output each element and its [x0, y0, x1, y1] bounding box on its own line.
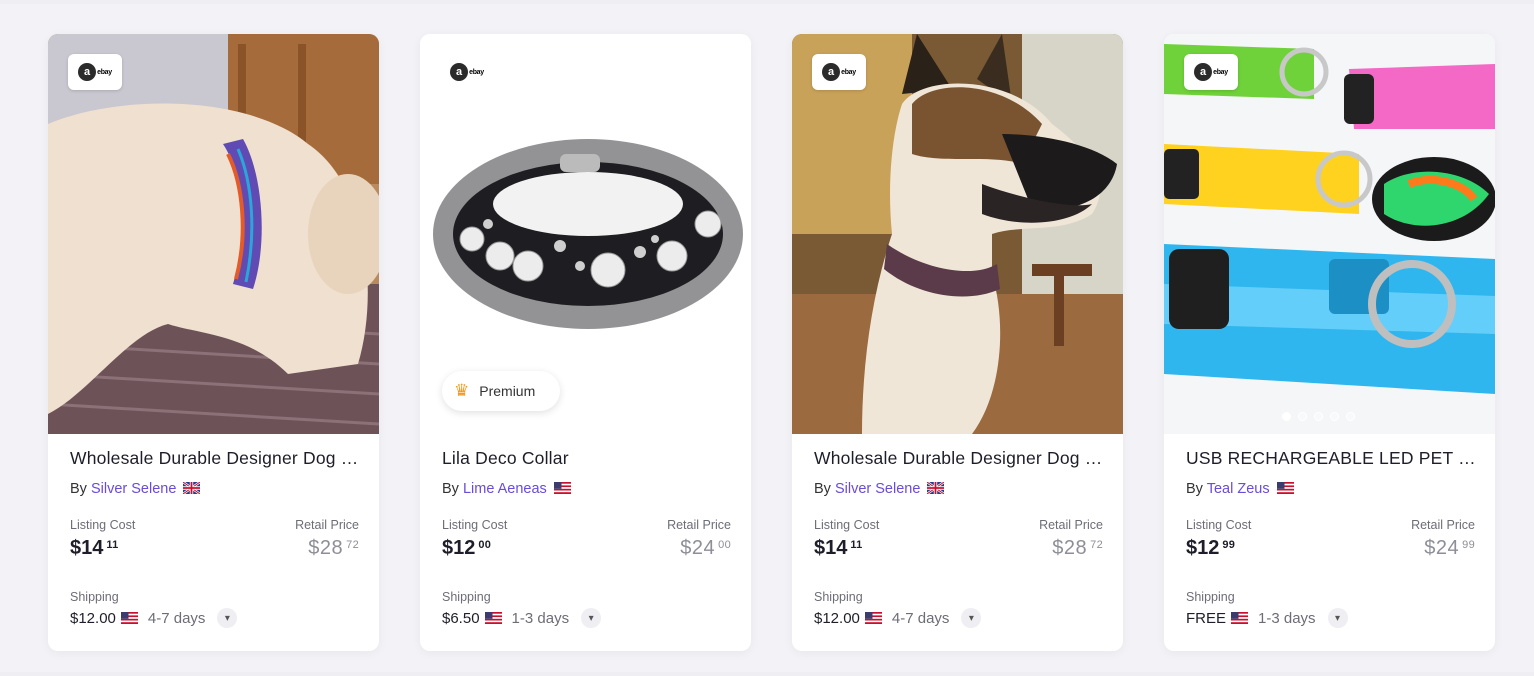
us-flag-icon — [553, 482, 571, 494]
shipping-info: $12.00 4-7 days ▾ — [70, 608, 238, 628]
shipping-days: 4-7 days — [891, 609, 950, 627]
carousel-dots[interactable] — [1282, 412, 1355, 421]
retail-price: $24 99 — [1424, 537, 1475, 559]
carousel-dot[interactable] — [1298, 412, 1307, 421]
gb-flag-icon — [927, 482, 945, 494]
seller-link[interactable]: Lime Aeneas — [463, 481, 547, 497]
carousel-dot[interactable] — [1314, 412, 1323, 421]
seller-line: By Silver Selene — [70, 481, 201, 497]
shipping-info: $12.00 4-7 days ▾ — [814, 608, 982, 628]
shipping-label: Shipping — [442, 590, 491, 604]
product-image[interactable]: a ebay — [48, 34, 379, 434]
product-image[interactable]: a ebay — [1164, 34, 1495, 434]
retail-price-label: Retail Price — [1039, 518, 1103, 532]
source-logo-icon: a — [1194, 63, 1213, 81]
shipping-info: FREE 1-3 days ▾ — [1186, 608, 1348, 628]
product-title[interactable]: Wholesale Durable Designer Dog Collar — [814, 448, 1104, 469]
retail-price: $24 00 — [680, 537, 731, 559]
listing-cost-label: Listing Cost — [814, 518, 880, 532]
product-card[interactable]: a ebay Wholesale Durable Designer Dog Co… — [48, 34, 379, 651]
us-flag-icon — [864, 612, 882, 624]
shipping-info: $6.50 1-3 days ▾ — [442, 608, 602, 628]
listing-cost: $14 11 — [814, 537, 863, 559]
retail-price: $28 72 — [1052, 537, 1103, 559]
shipping-label: Shipping — [1186, 590, 1235, 604]
listing-cost: $12 00 — [442, 537, 492, 559]
premium-badge: ♛ Premium — [442, 371, 560, 411]
product-title[interactable]: Lila Deco Collar — [442, 448, 732, 469]
product-title[interactable]: USB RECHARGEABLE LED PET COLLAR — [1186, 448, 1476, 469]
us-flag-icon — [1231, 612, 1249, 624]
source-logo-icon: a — [78, 63, 97, 81]
product-grid: a ebay Wholesale Durable Designer Dog Co… — [0, 4, 1534, 672]
us-flag-icon — [1276, 482, 1294, 494]
seller-line: By Lime Aeneas — [442, 481, 571, 497]
source-badge: a ebay — [68, 54, 122, 90]
chevron-down-icon[interactable]: ▾ — [217, 608, 238, 628]
us-flag-icon — [120, 612, 138, 624]
product-image[interactable]: a ebay — [792, 34, 1123, 434]
shipping-days: 1-3 days — [511, 609, 570, 627]
source-logo-icon: a — [450, 63, 469, 81]
listing-cost-label: Listing Cost — [70, 518, 136, 532]
shipping-label: Shipping — [814, 590, 863, 604]
product-image[interactable]: a ebay ♛ Premium — [420, 34, 751, 434]
retail-price-label: Retail Price — [295, 518, 359, 532]
product-card[interactable]: a ebay ♛ Premium Lila Deco Collar By Lim… — [420, 34, 751, 651]
listing-cost-label: Listing Cost — [1186, 518, 1252, 532]
shipping-label: Shipping — [70, 590, 119, 604]
product-card[interactable]: a ebay USB RECHARGEABLE LED PET COLLAR B… — [1164, 34, 1495, 651]
shipping-days: 4-7 days — [147, 609, 206, 627]
seller-link[interactable]: Silver Selene — [91, 481, 176, 497]
shipping-days: 1-3 days — [1258, 609, 1316, 627]
seller-line: By Silver Selene — [814, 481, 945, 497]
source-badge: a ebay — [812, 54, 866, 90]
product-title[interactable]: Wholesale Durable Designer Dog Collar — [70, 448, 360, 469]
shipping-cost: $6.50 — [442, 609, 480, 627]
us-flag-icon — [484, 612, 502, 624]
seller-link[interactable]: Silver Selene — [835, 481, 920, 497]
chevron-down-icon[interactable]: ▾ — [1327, 608, 1348, 628]
source-badge: a ebay — [440, 54, 494, 90]
retail-price-label: Retail Price — [1411, 518, 1475, 532]
carousel-dot[interactable] — [1330, 412, 1339, 421]
shipping-cost: FREE — [1186, 609, 1227, 627]
seller-line: By Teal Zeus — [1186, 481, 1294, 497]
retail-price-label: Retail Price — [667, 518, 731, 532]
crown-icon: ♛ — [454, 381, 470, 400]
gb-flag-icon — [183, 482, 201, 494]
carousel-dot[interactable] — [1282, 412, 1291, 421]
seller-link[interactable]: Teal Zeus — [1207, 481, 1270, 497]
carousel-dot[interactable] — [1346, 412, 1355, 421]
shipping-cost: $12.00 — [70, 609, 116, 627]
shipping-cost: $12.00 — [814, 609, 860, 627]
chevron-down-icon[interactable]: ▾ — [581, 608, 602, 628]
source-badge: a ebay — [1184, 54, 1238, 90]
listing-cost: $12 99 — [1186, 537, 1236, 559]
retail-price: $28 72 — [308, 537, 359, 559]
source-logo-icon: a — [822, 63, 841, 81]
listing-cost-label: Listing Cost — [442, 518, 508, 532]
listing-cost: $14 11 — [70, 537, 119, 559]
product-card[interactable]: a ebay Wholesale Durable Designer Dog Co… — [792, 34, 1123, 651]
chevron-down-icon[interactable]: ▾ — [961, 608, 982, 628]
